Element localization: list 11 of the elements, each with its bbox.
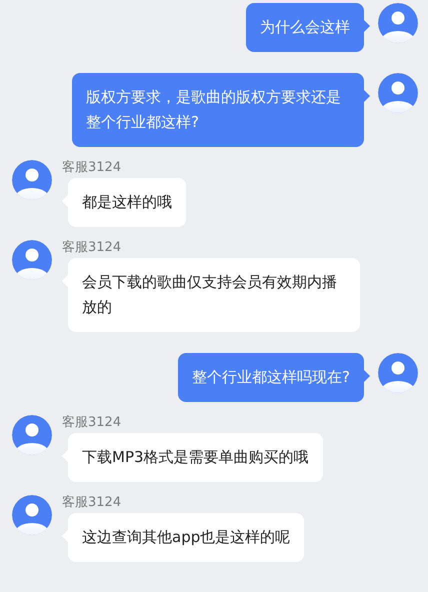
avatar-icon	[12, 495, 52, 535]
avatar-icon	[378, 3, 418, 43]
sender-name: 客服3124	[62, 240, 122, 256]
avatar-icon	[378, 353, 418, 393]
avatar-icon	[12, 160, 52, 200]
sender-name: 客服3124	[62, 415, 122, 431]
avatar-icon	[12, 240, 52, 280]
sender-name: 客服3124	[62, 160, 122, 176]
sender-name: 客服3124	[62, 495, 122, 511]
avatar-icon	[12, 415, 52, 455]
avatar-icon	[378, 73, 418, 113]
